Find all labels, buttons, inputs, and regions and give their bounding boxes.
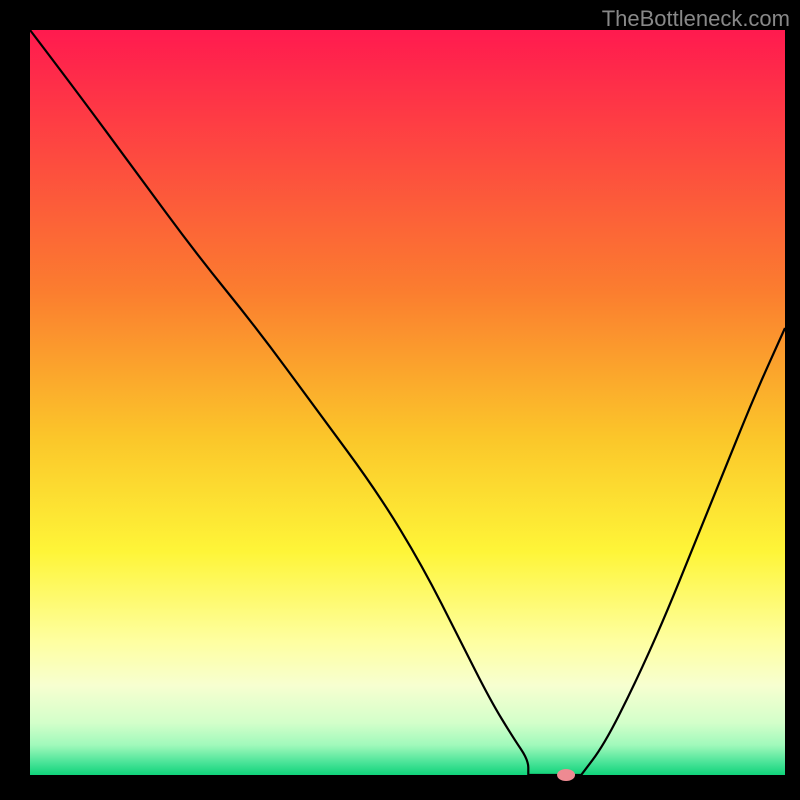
gradient-background bbox=[30, 30, 785, 775]
chart-container: TheBottleneck.com bbox=[0, 0, 800, 800]
watermark-text: TheBottleneck.com bbox=[602, 6, 790, 32]
bottleneck-chart bbox=[0, 0, 800, 800]
optimal-point-marker bbox=[557, 769, 575, 781]
